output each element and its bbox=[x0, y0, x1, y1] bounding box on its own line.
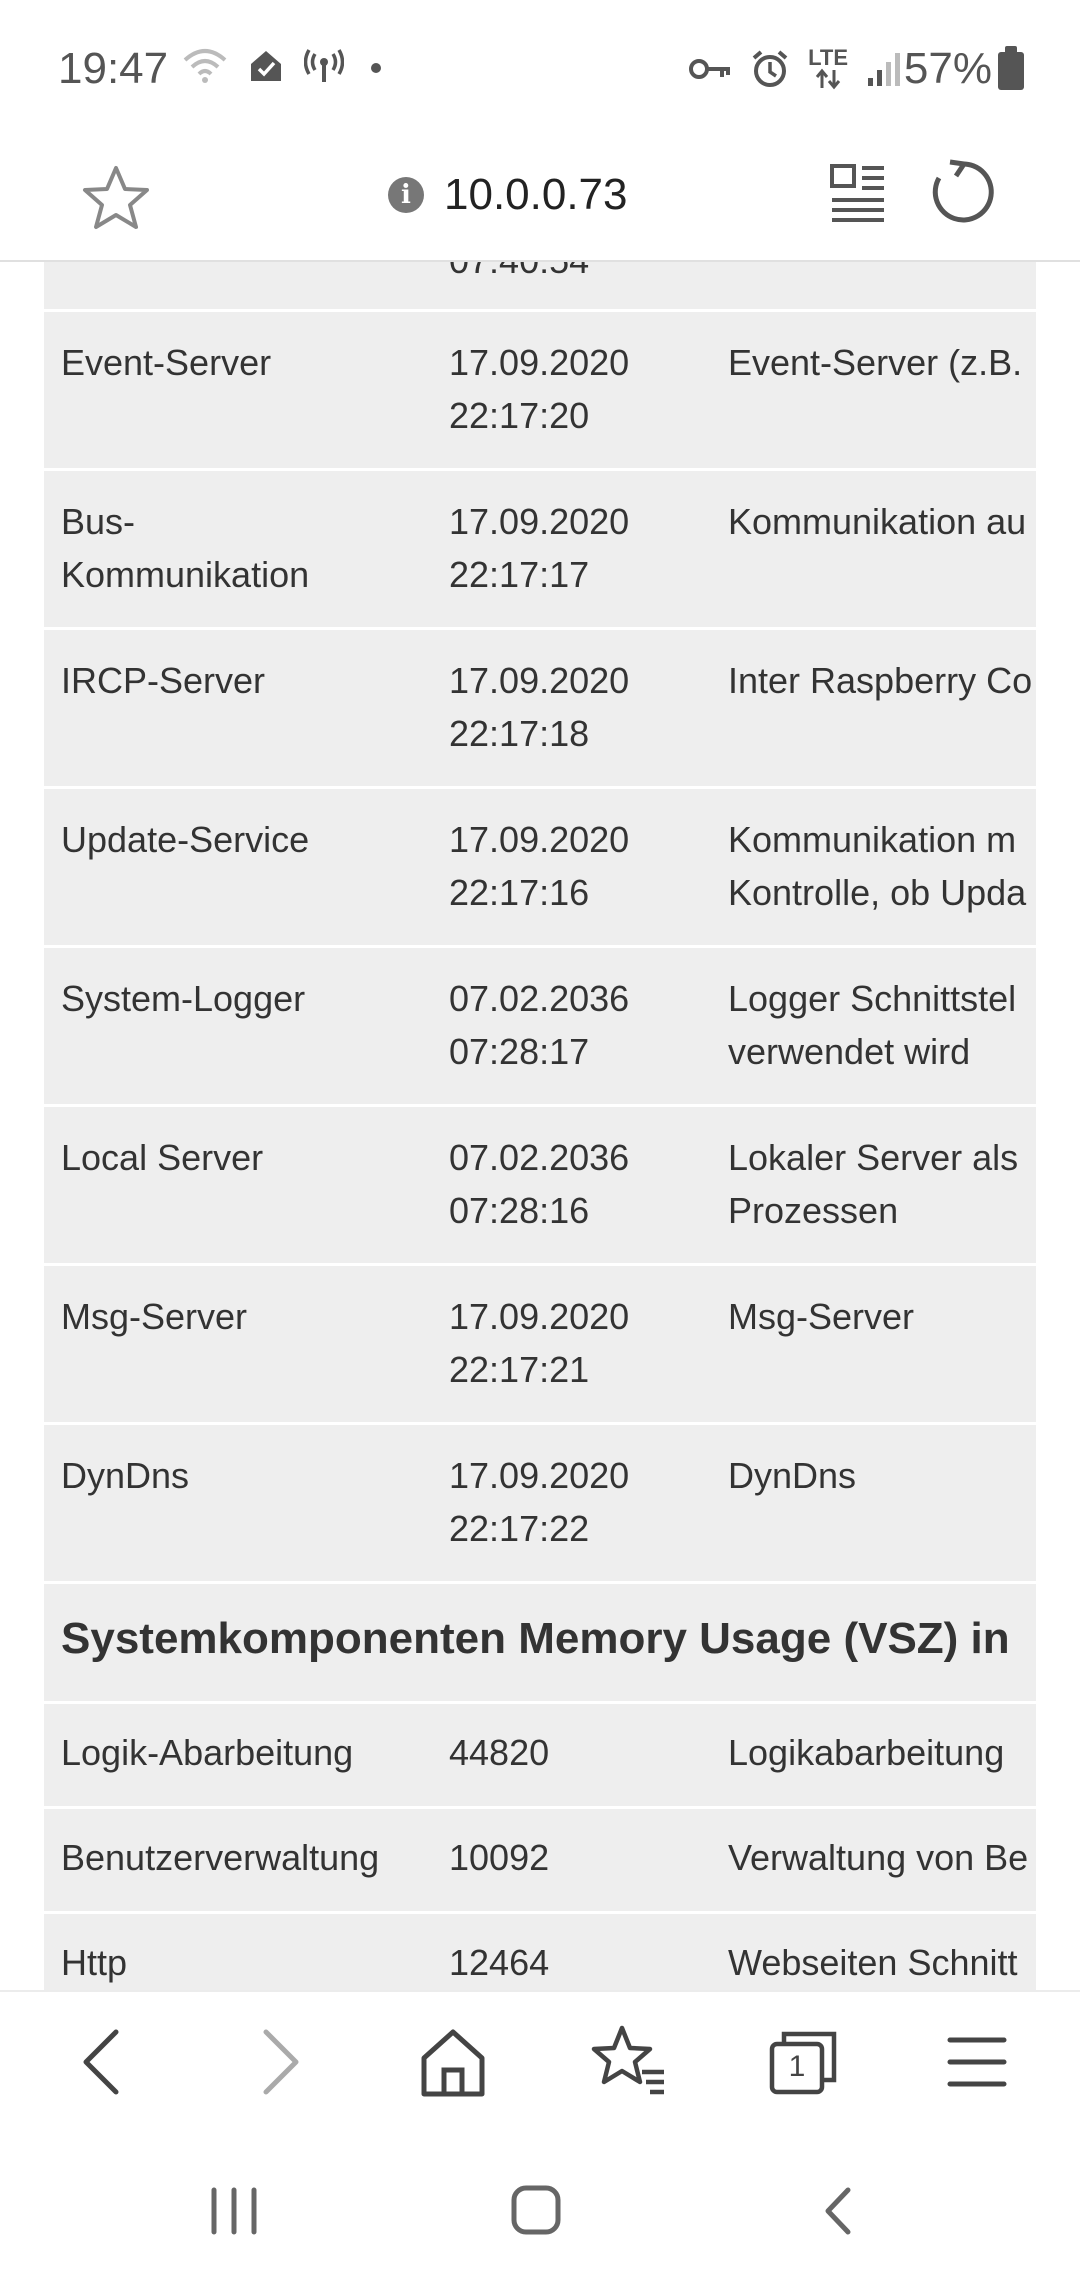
status-icons-right: LTE bbox=[688, 45, 902, 90]
table-row: Local Server 07.02.2036 07:28:16 Lokaler … bbox=[44, 1107, 1036, 1266]
start-time: 17.09.2020 22:17:18 bbox=[449, 660, 630, 754]
system-back-icon[interactable] bbox=[800, 2176, 880, 2246]
component-description: Logikabarbeitung bbox=[728, 1732, 1005, 1773]
browser-toolbar: i 10.0.0.73 bbox=[0, 140, 1080, 262]
start-time: 17.09.2020 22:17:20 bbox=[449, 342, 630, 436]
hotspot-icon bbox=[304, 49, 344, 82]
home-button-icon[interactable] bbox=[496, 2176, 576, 2246]
signal-icon bbox=[868, 53, 900, 86]
data-arrows-icon bbox=[815, 68, 841, 90]
component-name: Local Server bbox=[61, 1137, 264, 1178]
table-row: IRCP-Server 17.09.2020 22:17:18 Inter Ras… bbox=[44, 630, 1036, 789]
start-time: 17.09.2020 22:17:22 bbox=[449, 1455, 630, 1549]
notification-dot-icon bbox=[371, 63, 381, 73]
component-description: Verwaltung von Be bbox=[728, 1837, 1029, 1878]
component-description: DynDns bbox=[728, 1455, 857, 1496]
table-row: Event-Server 17.09.2020 22:17:20 Event-Se… bbox=[44, 312, 1036, 471]
component-name: Benutzerverwaltung bbox=[61, 1837, 380, 1878]
table-row: DynDns 17.09.2020 22:17:22 DynDns bbox=[44, 1425, 1036, 1584]
memory-row: Logik-Abarbeitung 44820 Logikabarbeitung bbox=[44, 1704, 1036, 1809]
memory-value: 44820 bbox=[449, 1732, 550, 1773]
status-icons-left bbox=[182, 48, 388, 84]
address-bar[interactable]: i 10.0.0.73 bbox=[388, 170, 628, 220]
start-time: 17.09.2020 22:17:17 bbox=[449, 501, 630, 595]
browser-bottom-nav: 1 bbox=[0, 1990, 1080, 2140]
start-time: 17.09.2020 22:17:16 bbox=[449, 819, 630, 913]
wifi-icon bbox=[183, 49, 227, 83]
component-description: Lokaler Server als Prozessen bbox=[728, 1137, 1019, 1231]
component-description: Logger Schnittstel verwendet wird bbox=[728, 978, 1017, 1072]
table-row: Update-Service 17.09.2020 22:17:16 Kommun… bbox=[44, 789, 1036, 948]
component-name: Msg-Server bbox=[61, 1296, 248, 1337]
memory-value: 10092 bbox=[449, 1837, 550, 1878]
memory-row: Http 12464 Webseiten Schnitt bbox=[44, 1914, 1036, 1992]
battery-percent: 57% bbox=[903, 44, 992, 93]
lte-label: LTE bbox=[808, 45, 848, 70]
tab-count: 1 bbox=[788, 2050, 806, 2083]
start-time: 17.09.2020 22:17:21 bbox=[449, 1296, 630, 1390]
component-description: Event-Server (z.B. bbox=[728, 342, 1023, 383]
alarm-icon bbox=[752, 50, 788, 87]
tabs-button[interactable]: 1 bbox=[758, 2022, 848, 2102]
reload-icon[interactable] bbox=[928, 156, 998, 228]
info-icon[interactable]: i bbox=[388, 177, 424, 213]
component-name: System-Logger bbox=[61, 978, 306, 1019]
home-shield-icon bbox=[251, 51, 281, 81]
start-time: 07.02.2036 07:28:17 bbox=[449, 978, 630, 1072]
component-name: IRCP-Server bbox=[61, 660, 266, 701]
reader-mode-icon[interactable] bbox=[828, 160, 888, 224]
component-description: Kommunikation au bbox=[728, 501, 1027, 542]
component-name: Http bbox=[61, 1942, 128, 1983]
table-row: Msg-Server 17.09.2020 22:17:21 Msg-Server bbox=[44, 1266, 1036, 1425]
home-icon[interactable] bbox=[408, 2022, 498, 2102]
memory-row: Benutzerverwaltung 10092 Verwaltung von … bbox=[44, 1809, 1036, 1914]
section-heading: Systemkomponenten Memory Usage (VSZ) in bbox=[44, 1584, 1036, 1704]
table-row-partial: 07:40:54 bbox=[44, 262, 1036, 312]
status-bar: 19:47 LTE 57% bbox=[0, 0, 1080, 140]
menu-icon[interactable] bbox=[932, 2022, 1022, 2102]
forward-icon[interactable] bbox=[234, 2022, 324, 2102]
key-icon bbox=[689, 59, 731, 79]
component-name: DynDns bbox=[61, 1455, 190, 1496]
table-row: System-Logger 07.02.2036 07:28:17 Logger … bbox=[44, 948, 1036, 1107]
bookmarks-icon[interactable] bbox=[584, 2022, 674, 2102]
web-content[interactable]: 07:40:54 Event-Server 17.09.202022:17:20… bbox=[0, 262, 1080, 1992]
component-name: Logik-Abarbeitung bbox=[61, 1732, 354, 1773]
table-cell-time: 07:40:54 bbox=[449, 262, 689, 287]
recent-apps-icon[interactable] bbox=[194, 2176, 274, 2246]
url-text[interactable]: 10.0.0.73 bbox=[444, 170, 628, 220]
system-nav-bar bbox=[0, 2140, 1080, 2280]
memory-value: 12464 bbox=[449, 1942, 550, 1983]
component-description: Msg-Server bbox=[728, 1296, 915, 1337]
lte-indicator: LTE bbox=[808, 45, 848, 90]
component-name: Event-Server bbox=[61, 342, 272, 383]
component-name: Bus- Kommunikation bbox=[61, 501, 310, 595]
components-table: 07:40:54 Event-Server 17.09.202022:17:20… bbox=[44, 262, 1036, 1992]
start-time: 07.02.2036 07:28:16 bbox=[449, 1137, 630, 1231]
bookmark-star-icon[interactable] bbox=[80, 162, 152, 234]
back-icon[interactable] bbox=[58, 2022, 148, 2102]
battery-icon bbox=[998, 46, 1024, 90]
component-description: Inter Raspberry Co bbox=[728, 660, 1033, 701]
component-description: Webseiten Schnitt bbox=[728, 1942, 1018, 1983]
component-description: Kommunikation m Kontrolle, ob Upda bbox=[728, 819, 1027, 913]
section-title: Systemkomponenten Memory Usage (VSZ) in bbox=[61, 1614, 1010, 1663]
status-time: 19:47 bbox=[58, 44, 169, 93]
table-row: Bus- Kommunikation 17.09.2020 22:17:17 Kom… bbox=[44, 471, 1036, 630]
component-name: Update-Service bbox=[61, 819, 310, 860]
